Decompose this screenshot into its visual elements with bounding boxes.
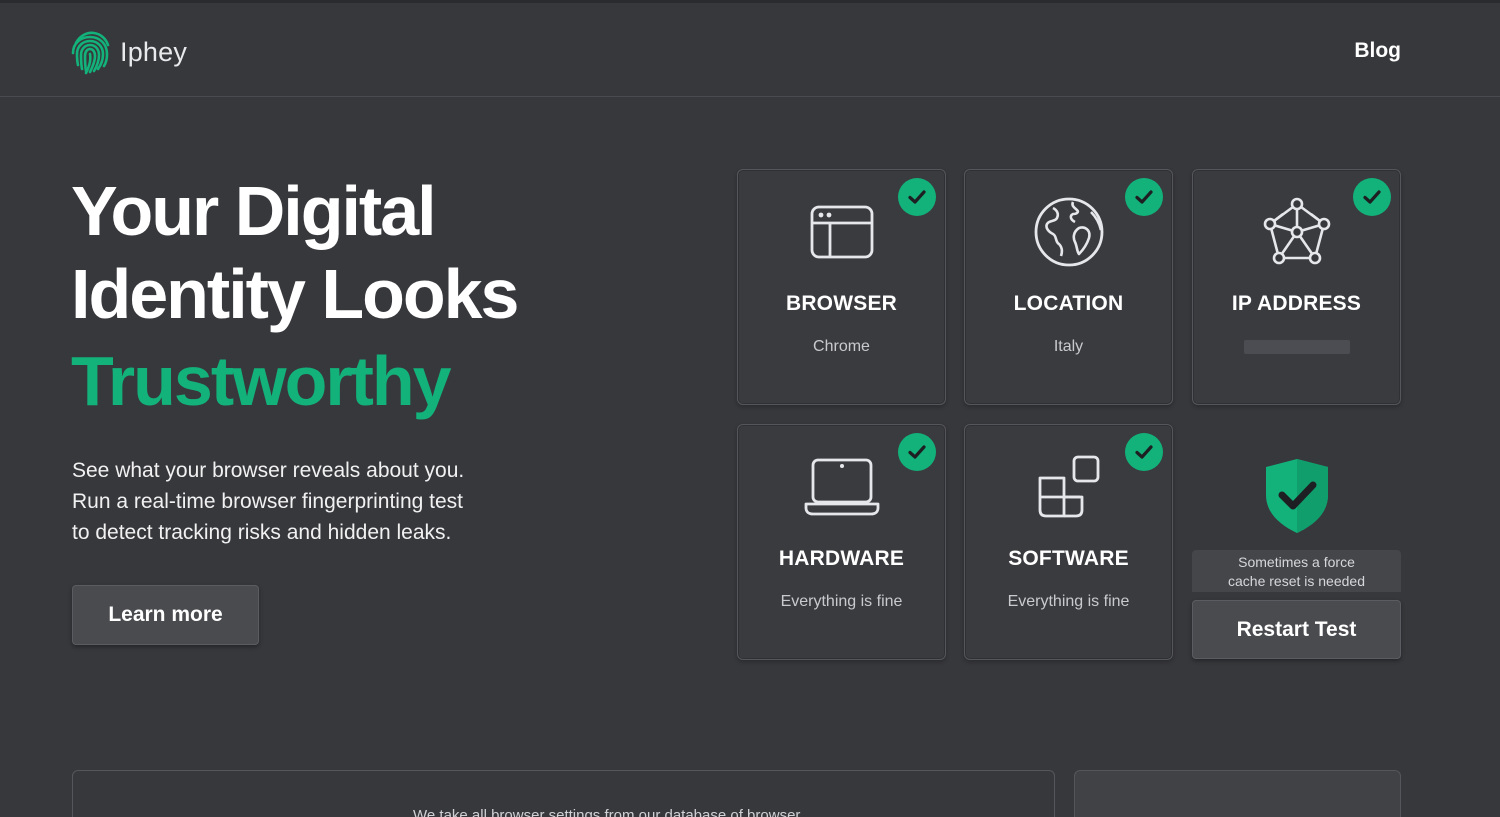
network-icon: [1263, 197, 1330, 265]
hero-description-line3: to detect tracking risks and hidden leak…: [72, 521, 452, 544]
hardware-card: HARDWARE Everything is fine: [737, 424, 946, 660]
browser-card: BROWSER Chrome: [737, 169, 946, 405]
hero-title: Your Digital Identity Looks Trustworthy: [71, 170, 691, 426]
hero-description-line1: See what your browser reveals about you.: [72, 459, 465, 482]
software-card-value: Everything is fine: [1007, 593, 1130, 610]
check-icon: [898, 433, 936, 471]
hero-title-accent: Trustworthy: [71, 342, 452, 420]
brand-name: Iphey: [120, 36, 188, 67]
info-panel: We take all browser settings from our da…: [72, 770, 1055, 817]
nav-blog-link[interactable]: Blog: [1354, 39, 1401, 63]
fingerprint-icon: [71, 31, 110, 75]
ip-address-redacted-value: [1243, 340, 1350, 354]
software-card: SOFTWARE Everything is fine: [964, 424, 1173, 660]
check-icon: [1353, 178, 1391, 216]
info-panel-text: We take all browser settings from our da…: [413, 807, 801, 817]
restart-test-button[interactable]: Restart Test: [1192, 600, 1401, 659]
location-card-title: LOCATION: [1013, 292, 1124, 315]
laptop-icon: [804, 458, 879, 516]
check-icon: [1125, 178, 1163, 216]
ip-address-card-title: IP ADDRESS: [1231, 292, 1362, 315]
check-icon: [898, 178, 936, 216]
cache-reset-note-line2: cache reset is needed: [1228, 573, 1365, 589]
learn-more-button[interactable]: Learn more: [72, 585, 259, 645]
location-card-value: Italy: [1053, 338, 1084, 355]
cache-reset-note: Sometimes a force cache reset is needed: [1192, 550, 1401, 592]
software-card-title: SOFTWARE: [1008, 547, 1129, 570]
hardware-card-value: Everything is fine: [780, 593, 903, 610]
shield-check-icon: [1266, 459, 1328, 533]
hero-title-line1: Your Digital: [71, 172, 437, 250]
ip-address-card: IP ADDRESS: [1192, 169, 1401, 405]
hardware-card-title: HARDWARE: [778, 547, 905, 570]
hero-description: See what your browser reveals about you.…: [72, 455, 502, 548]
site-header: Iphey Blog: [0, 3, 1500, 97]
logo-link[interactable]: Iphey: [70, 29, 187, 75]
apps-icon: [1038, 455, 1099, 518]
browser-window-icon: [810, 205, 873, 259]
check-icon: [1125, 433, 1163, 471]
cache-reset-note-line1: Sometimes a force: [1238, 554, 1355, 570]
location-card: LOCATION Italy: [964, 169, 1173, 405]
browser-card-value: Chrome: [813, 338, 870, 355]
side-panel: [1074, 770, 1401, 817]
hero-description-line2: Run a real-time browser fingerprinting t…: [72, 490, 464, 513]
browser-card-title: BROWSER: [785, 292, 898, 315]
globe-icon: [1034, 197, 1103, 267]
hero-title-line2: Identity Looks: [71, 255, 519, 333]
